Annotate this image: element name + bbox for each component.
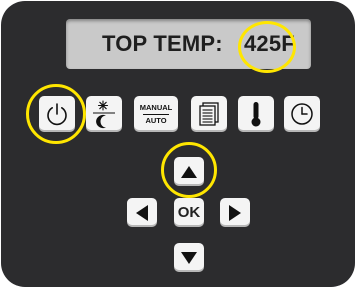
manual-auto-label: MANUAL AUTO [140, 103, 173, 126]
temperature-button[interactable] [238, 96, 274, 132]
sun-moon-icon [93, 100, 115, 129]
temperature-value: 425F [244, 31, 295, 56]
arrow-right-icon [229, 204, 241, 221]
clock-icon [291, 103, 313, 125]
manual-auto-divider [143, 113, 169, 115]
lcd-display: TOP TEMP: 425F [66, 19, 311, 69]
right-arrow-button[interactable] [220, 198, 250, 227]
display-label: TOP TEMP: [102, 31, 223, 56]
ok-label: OK [177, 204, 201, 221]
menu-button[interactable] [191, 96, 227, 132]
left-arrow-button[interactable] [127, 198, 157, 227]
timer-button[interactable] [284, 96, 320, 132]
light-mode-button[interactable] [86, 96, 122, 132]
arrow-down-icon [181, 251, 197, 264]
auto-label: AUTO [145, 115, 167, 125]
manual-label: MANUAL [139, 102, 173, 112]
manual-auto-button[interactable]: MANUAL AUTO [134, 96, 178, 132]
power-icon [47, 103, 67, 126]
power-button[interactable] [39, 96, 75, 132]
thermometer-icon [251, 102, 261, 127]
down-arrow-button[interactable] [174, 243, 204, 272]
up-arrow-button[interactable] [174, 157, 204, 186]
ok-button[interactable]: OK [174, 198, 204, 227]
arrow-up-icon [181, 165, 197, 178]
document-list-icon [199, 102, 219, 126]
arrow-left-icon [136, 204, 148, 221]
